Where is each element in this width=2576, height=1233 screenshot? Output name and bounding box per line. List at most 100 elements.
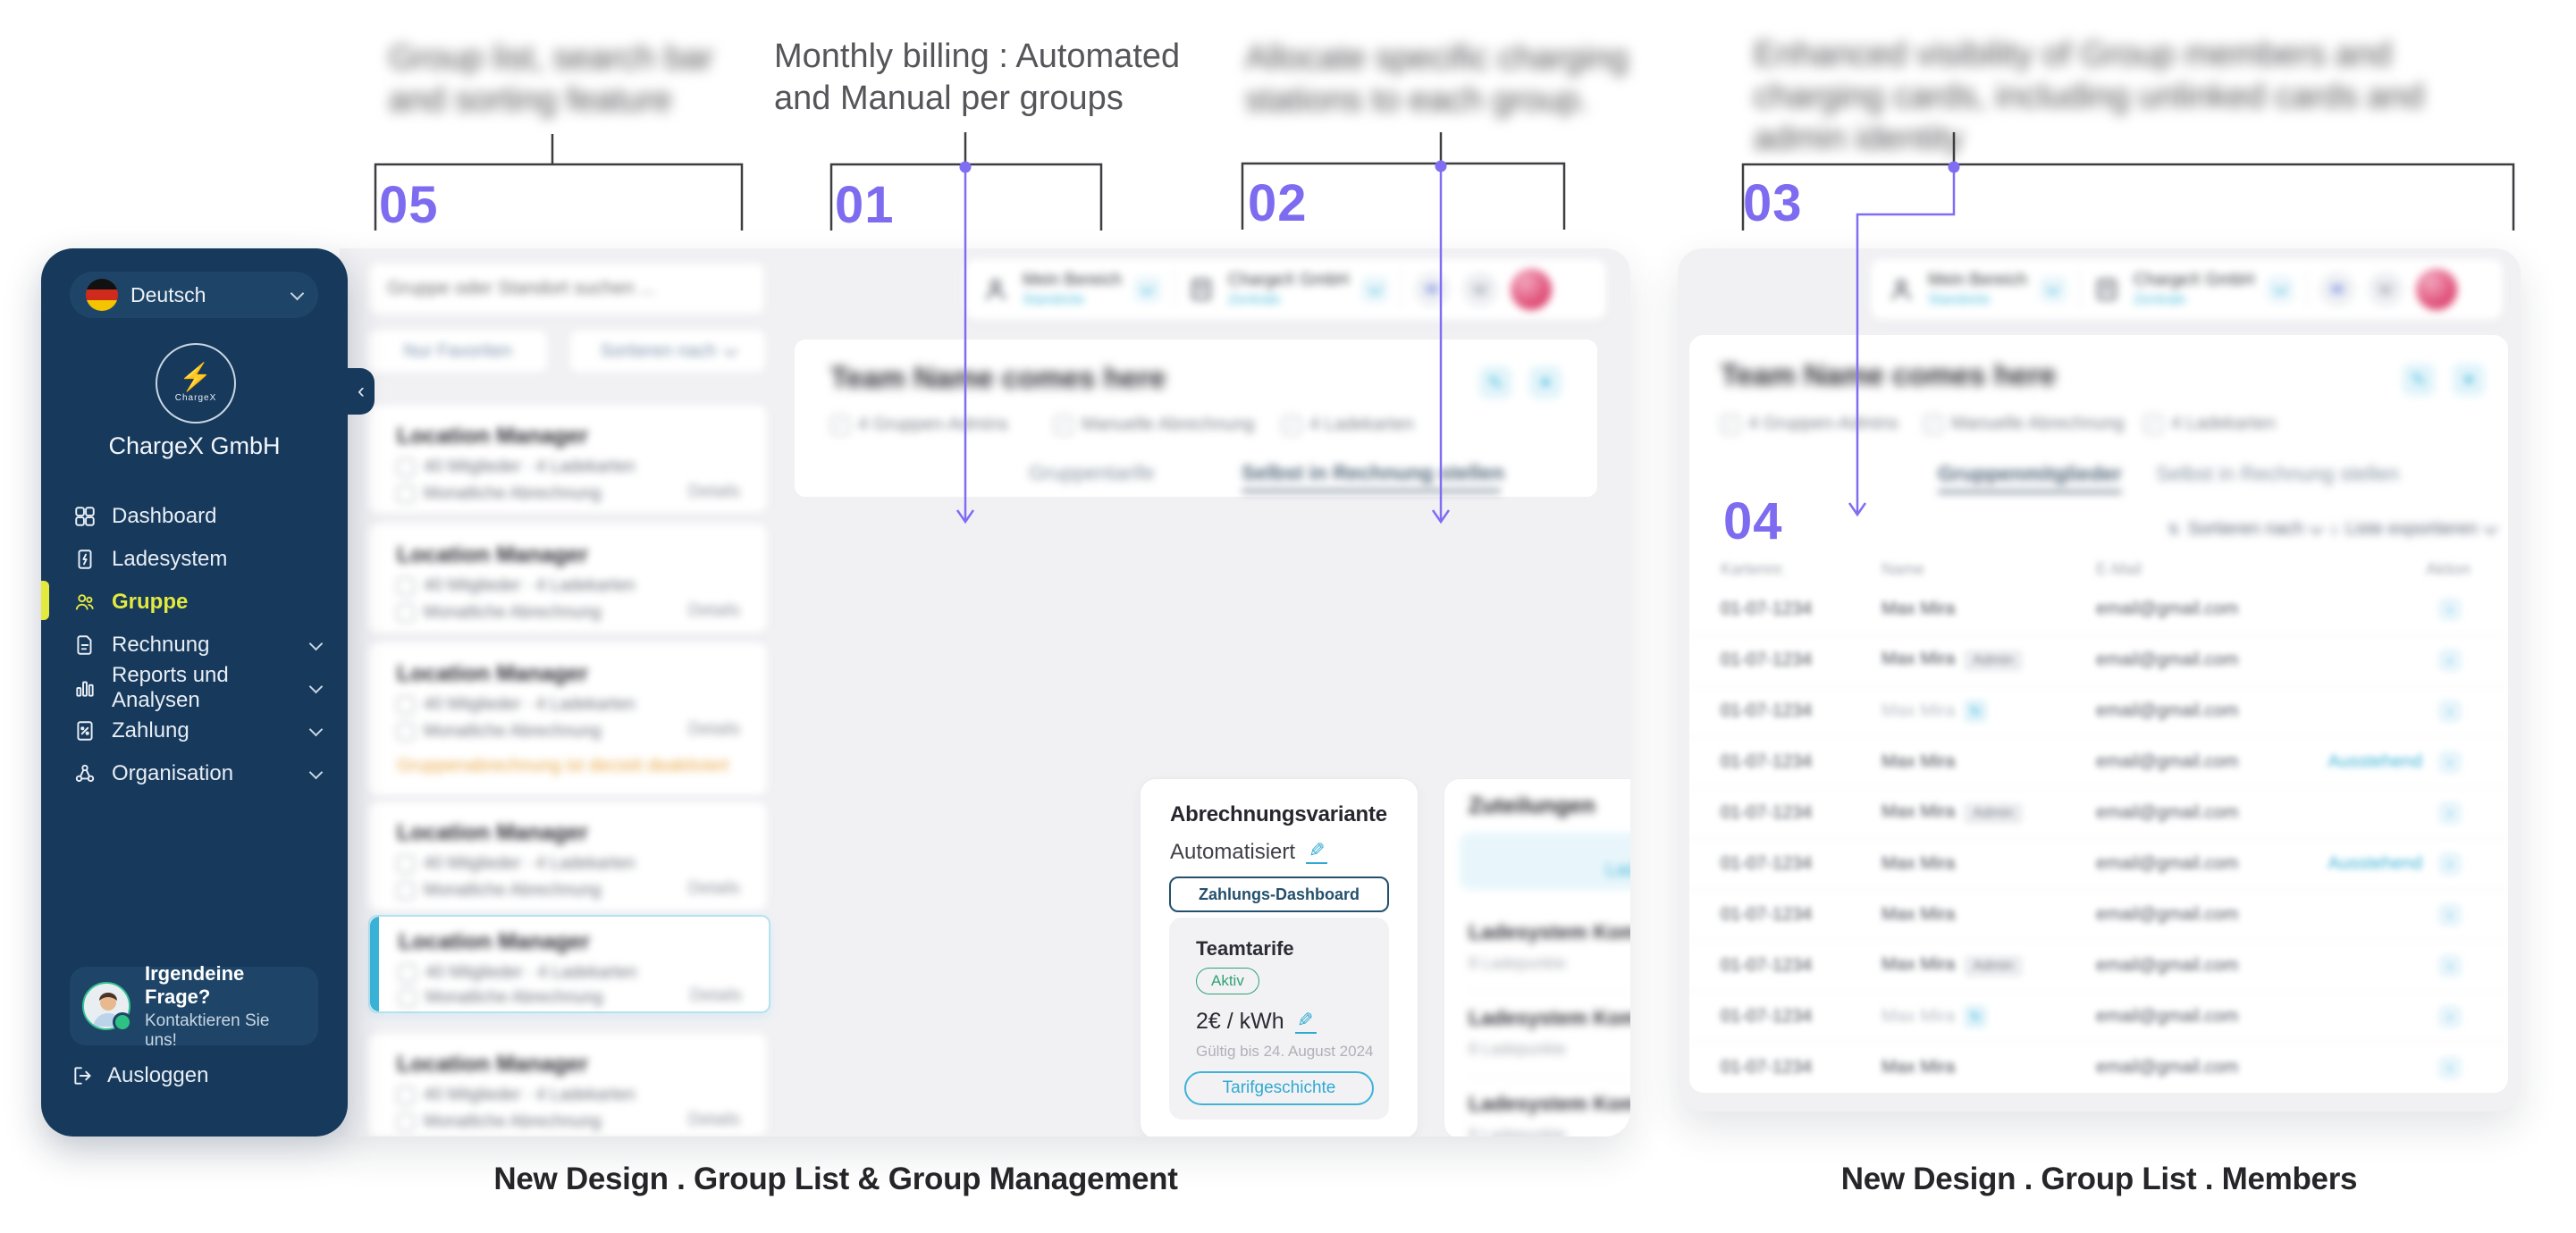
team-settings-button[interactable]: ✦ (2453, 364, 2485, 396)
tab-self-billing[interactable]: Selbst in Rechnung stellen (2156, 462, 2399, 486)
payment-dashboard-button[interactable]: Zahlungs-Dashboard (1169, 877, 1389, 912)
member-name: Max Mira (1881, 904, 1956, 924)
row-action-icon[interactable]: › (2438, 699, 2462, 723)
workspace-selector[interactable]: Mein Bereich Standorte (1928, 271, 2027, 308)
member-name-unlinked: Max Mira ↻ (1881, 699, 1988, 723)
workspace-selector[interactable]: Mein Bereich Standorte (1023, 271, 1122, 308)
members-icon (397, 855, 415, 873)
member-row[interactable]: 01-07-1234 Max Mira email@gmail.com › (1689, 583, 2508, 635)
organization-selector[interactable]: ChargeX GmbH Zentrale (1228, 271, 1349, 308)
user-icon (1887, 275, 1915, 304)
sidebar-item-zahlung[interactable]: Zahlung (41, 709, 348, 752)
col-header-name[interactable]: Name (1881, 560, 1924, 579)
sidebar-item-label: Gruppe (112, 590, 189, 614)
member-row-unlinked[interactable]: 01-07-1234 Max Mira ↻ email@gmail.com › (1689, 991, 2508, 1043)
row-action-icon[interactable]: › (2438, 1004, 2462, 1028)
user-avatar[interactable] (1511, 269, 1553, 310)
annotation-number-02: 02 (1248, 174, 1308, 232)
sidebar-item-dashboard[interactable]: Dashboard (41, 495, 348, 538)
export-list-control[interactable]: ⤓ Liste exportieren (2331, 519, 2498, 540)
tab-self-billing[interactable]: Selbst in Rechnung stellen (1242, 461, 1504, 485)
workspace-sub: Standorte (1928, 292, 1991, 307)
member-row-pending[interactable]: 01-07-1234 Max Mira email@gmail.com Auss… (1689, 838, 2508, 890)
group-details-link[interactable]: Details (688, 1111, 740, 1130)
link-card-icon[interactable]: ↻ (1964, 1004, 1988, 1028)
billing-icon (397, 604, 415, 622)
member-role-pill: Admin (1964, 802, 2023, 824)
member-email: email@gmail.com (2096, 599, 2239, 618)
group-billing-type: Monatliche Abrechnung (424, 1112, 602, 1131)
chevron-down-icon[interactable] (1361, 276, 1389, 303)
language-selector[interactable]: Deutsch (70, 272, 318, 318)
member-row[interactable]: 01-07-1234 Max Mira Admin email@gmail.com… (1689, 787, 2508, 839)
messages-button[interactable]: ✉ (1414, 272, 1451, 307)
group-details-link[interactable]: Details (688, 601, 740, 621)
edit-team-button[interactable]: ✎ (1479, 366, 1511, 398)
member-email: email@gmail.com (2096, 650, 2239, 669)
sidebar-item-rechnung[interactable]: Rechnung (41, 624, 348, 667)
group-search-input[interactable] (368, 263, 765, 315)
row-action-icon[interactable]: › (2438, 597, 2462, 621)
group-list-item[interactable]: Location Manager 40 Mitglieder · 4 Ladek… (368, 524, 767, 633)
sidebar-item-gruppe[interactable]: Gruppe (41, 581, 348, 624)
app-top-bar: Mein Bereich Standorte ChargeX GmbH Zent… (965, 259, 1606, 320)
row-action-icon[interactable]: › (2438, 1055, 2462, 1079)
member-row-unlinked[interactable]: 01-07-1234 Max Mira ↻ email@gmail.com › (1689, 685, 2508, 737)
sort-by-control[interactable]: ⇅ Sortieren nach (2168, 519, 2324, 540)
sidebar-item-ladesystem[interactable]: Ladesystem (41, 538, 348, 581)
group-list-item-selected[interactable]: Location Manager 40 Mitglieder · 4 Ladek… (368, 915, 770, 1013)
row-action-icon[interactable]: › (2438, 902, 2462, 927)
group-details-link[interactable]: Details (688, 879, 740, 899)
row-action-icon[interactable]: › (2438, 851, 2462, 876)
add-allocation-label: Ladestation zuteilen (1605, 859, 1630, 880)
logout-button[interactable]: Ausloggen (72, 1063, 208, 1088)
chevron-down-icon[interactable] (2267, 276, 2294, 303)
brand-logo: ⚡ ChargeX (156, 343, 236, 424)
members-icon (399, 964, 417, 982)
row-action-icon[interactable]: › (2438, 953, 2462, 977)
row-action-icon[interactable]: › (2438, 750, 2462, 774)
messages-button[interactable]: ✉ (2319, 272, 2356, 307)
member-row[interactable]: 01-07-1234 Max Mira email@gmail.com › (1689, 1042, 2508, 1093)
group-billing-type: Monatliche Abrechnung (424, 881, 602, 900)
divider (1401, 272, 1402, 307)
group-details-link[interactable]: Details (688, 720, 740, 740)
notifications-button[interactable]: ☏ (2368, 272, 2404, 307)
member-row-pending[interactable]: 01-07-1234 Max Mira email@gmail.com Auss… (1689, 736, 2508, 788)
add-allocation-button[interactable]: + Ladestation zuteilen (1460, 833, 1630, 890)
edit-billing-mode-icon[interactable]: ✎ (1306, 839, 1328, 864)
sidebar-nav: Dashboard Ladesystem Gruppe Rechnung Rep… (41, 495, 348, 795)
organization-selector[interactable]: ChargeX GmbH Zentrale (2134, 271, 2254, 308)
group-list-item-with-warning[interactable]: Location Manager 40 Mitglieder · 4 Ladek… (368, 643, 767, 795)
member-row[interactable]: 01-07-1234 Max Mira email@gmail.com › (1689, 889, 2508, 941)
group-details-link[interactable]: Details (690, 986, 742, 1006)
row-action-icon[interactable]: › (2438, 801, 2462, 825)
member-row[interactable]: 01-07-1234 Max Mira Admin email@gmail.com… (1689, 940, 2508, 992)
sidebar-collapse-button[interactable]: ‹ (348, 368, 375, 415)
chevron-down-icon[interactable] (1133, 276, 1161, 303)
favorites-filter-button[interactable]: Nur Favoriten (368, 331, 547, 372)
group-list-item[interactable]: Location Manager 40 Mitglieder · 4 Ladek… (368, 406, 767, 513)
tariff-history-button[interactable]: Tarifgeschichte (1184, 1071, 1374, 1105)
sidebar-item-reports[interactable]: Reports und Analysen (41, 663, 348, 712)
sort-filter-button[interactable]: Sortieren nach (570, 331, 765, 372)
group-list-item[interactable]: Location Manager 40 Mitglieder · 4 Ladek… (368, 802, 767, 910)
user-avatar[interactable] (2416, 269, 2458, 310)
notifications-button[interactable]: ☏ (1462, 272, 1499, 307)
group-list-item[interactable]: Location Manager 40 Mitglieder · 4 Ladek… (368, 1034, 767, 1137)
tab-group-tariffs[interactable]: Gruppentarife (1029, 461, 1155, 485)
team-settings-button[interactable]: ✦ (1529, 366, 1562, 398)
edit-tariff-icon[interactable]: ✎ (1294, 1009, 1317, 1034)
chevron-down-icon[interactable] (2039, 276, 2067, 303)
tariff-status-badge: Aktiv (1196, 968, 1259, 994)
tab-group-members[interactable]: Gruppenmitglieder (1938, 462, 2122, 486)
group-details-link[interactable]: Details (688, 482, 740, 502)
member-row[interactable]: 01-07-1234 Max Mira Admin email@gmail.com… (1689, 634, 2508, 686)
link-card-icon[interactable]: ↻ (1964, 699, 1988, 723)
contact-card[interactable]: Irgendeine Frage? Kontaktieren Sie uns! (70, 962, 318, 1050)
edit-team-button[interactable]: ✎ (2403, 364, 2435, 396)
col-header-email[interactable]: E-Mail (2096, 560, 2142, 579)
row-action-icon[interactable]: › (2438, 648, 2462, 672)
col-header-card[interactable]: Kartennr. (1721, 560, 1786, 579)
sidebar-item-organisation[interactable]: Organisation (41, 752, 348, 795)
